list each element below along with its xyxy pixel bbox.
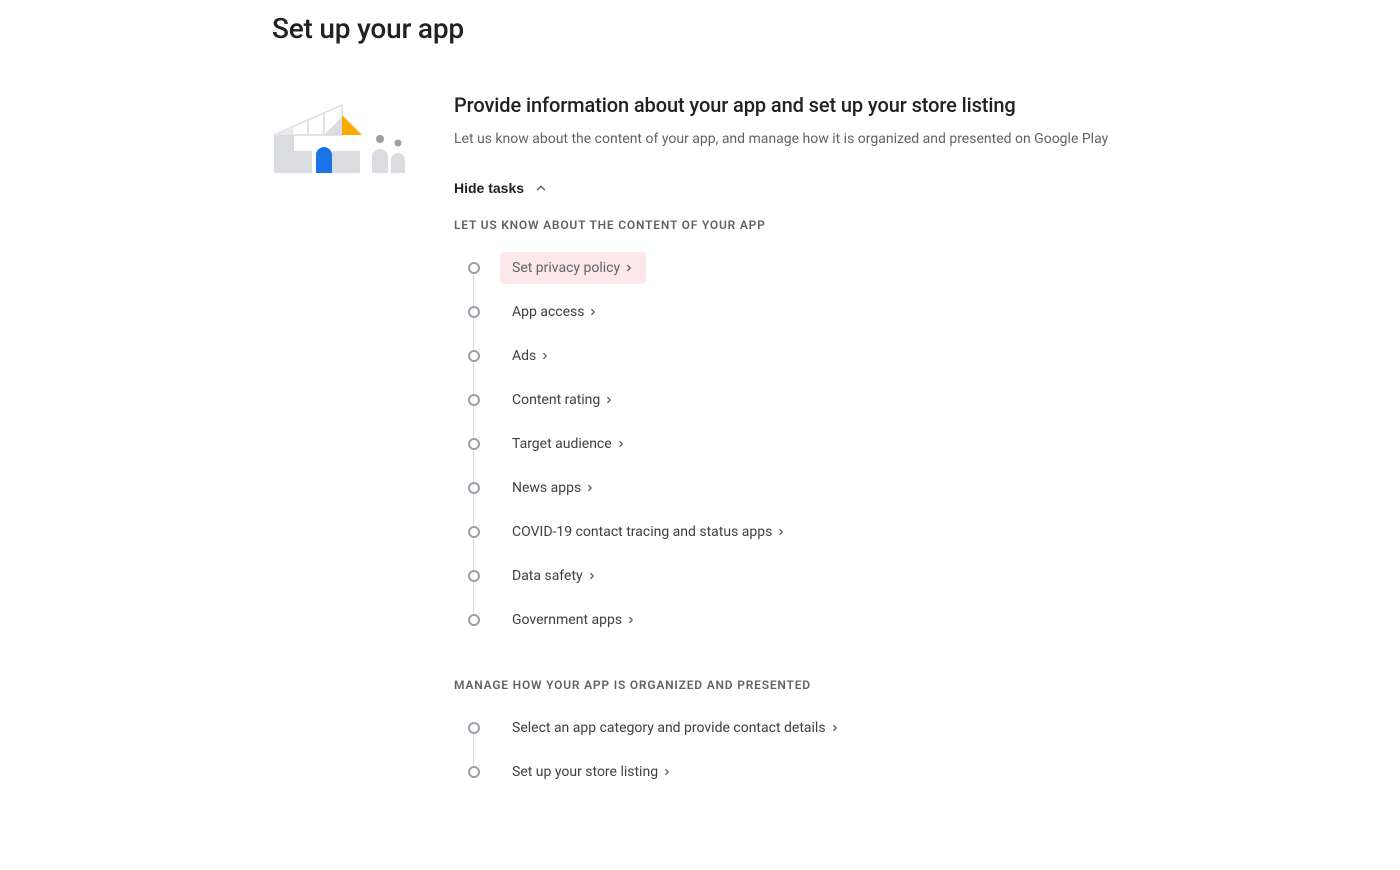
chevron-right-icon: [830, 723, 840, 733]
chevron-right-icon: [662, 767, 672, 777]
task-app-access[interactable]: App access: [500, 296, 610, 328]
task-row: Ads: [454, 334, 1272, 378]
task-label: Set up your store listing: [512, 764, 658, 780]
task-label: Data safety: [512, 568, 583, 584]
task-row: Target audience: [454, 422, 1272, 466]
chevron-right-icon: [624, 263, 634, 273]
task-government-apps[interactable]: Government apps: [500, 604, 648, 636]
task-row: Government apps: [454, 598, 1272, 642]
task-list-manage: Select an app category and provide conta…: [454, 706, 1272, 794]
task-label: Target audience: [512, 436, 612, 452]
hide-tasks-button[interactable]: Hide tasks: [454, 180, 548, 196]
task-row: Select an app category and provide conta…: [454, 706, 1272, 750]
chevron-right-icon: [585, 483, 595, 493]
task-label: Government apps: [512, 612, 622, 628]
chevron-right-icon: [776, 527, 786, 537]
hide-tasks-label: Hide tasks: [454, 180, 524, 196]
task-set-privacy-policy[interactable]: Set privacy policy: [500, 252, 646, 284]
task-store-listing[interactable]: Set up your store listing: [500, 756, 684, 788]
chevron-right-icon: [604, 395, 614, 405]
task-label: Set privacy policy: [512, 260, 620, 276]
task-label: Ads: [512, 348, 536, 364]
section-title: Provide information about your app and s…: [454, 93, 1272, 117]
task-label: Select an app category and provide conta…: [512, 720, 826, 736]
chevron-right-icon: [588, 307, 598, 317]
task-covid19-apps[interactable]: COVID-19 contact tracing and status apps: [500, 516, 798, 548]
setup-illustration: [272, 93, 422, 173]
task-row: News apps: [454, 466, 1272, 510]
chevron-right-icon: [626, 615, 636, 625]
task-data-safety[interactable]: Data safety: [500, 560, 609, 592]
chevron-right-icon: [616, 439, 626, 449]
task-row: Set privacy policy: [454, 246, 1272, 290]
task-target-audience[interactable]: Target audience: [500, 428, 638, 460]
task-row: Set up your store listing: [454, 750, 1272, 794]
task-label: News apps: [512, 480, 581, 496]
task-label: COVID-19 contact tracing and status apps: [512, 524, 772, 540]
task-label: Content rating: [512, 392, 600, 408]
task-list-content: Set privacy policy App access Ads: [454, 246, 1272, 642]
task-content-rating[interactable]: Content rating: [500, 384, 626, 416]
task-ads[interactable]: Ads: [500, 340, 562, 372]
group-header-manage: MANAGE HOW YOUR APP IS ORGANIZED AND PRE…: [454, 678, 1272, 692]
group-header-content: LET US KNOW ABOUT THE CONTENT OF YOUR AP…: [454, 218, 1272, 232]
task-row: COVID-19 contact tracing and status apps: [454, 510, 1272, 554]
chevron-right-icon: [540, 351, 550, 361]
task-select-category[interactable]: Select an app category and provide conta…: [500, 712, 852, 744]
task-label: App access: [512, 304, 584, 320]
page-title: Set up your app: [272, 12, 1272, 45]
task-row: Data safety: [454, 554, 1272, 598]
section-description: Let us know about the content of your ap…: [454, 129, 1272, 150]
chevron-up-icon: [534, 181, 548, 195]
chevron-right-icon: [587, 571, 597, 581]
task-row: Content rating: [454, 378, 1272, 422]
task-news-apps[interactable]: News apps: [500, 472, 607, 504]
task-row: App access: [454, 290, 1272, 334]
